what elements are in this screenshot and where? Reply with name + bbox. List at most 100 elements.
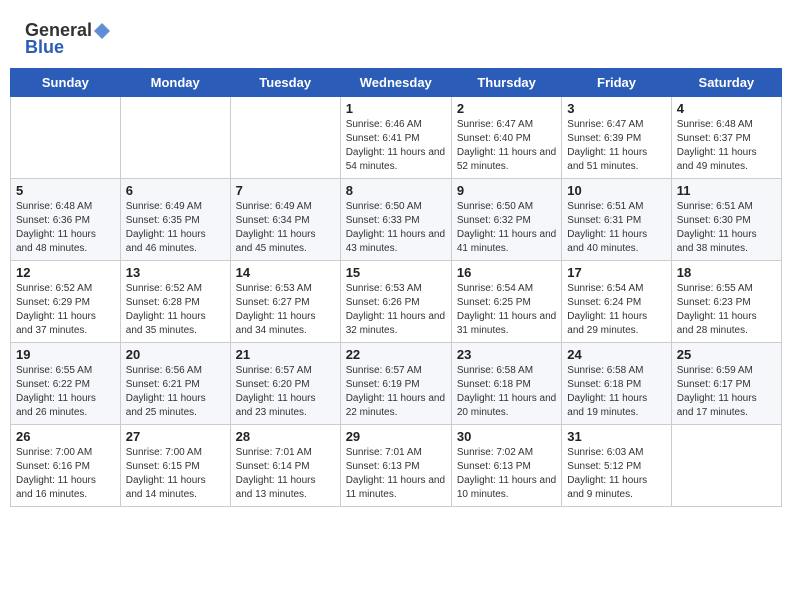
day-number: 11 [677, 183, 776, 198]
weekday-header-wednesday: Wednesday [340, 69, 451, 97]
day-info: Sunrise: 6:54 AM Sunset: 6:24 PM Dayligh… [567, 282, 665, 338]
day-number: 4 [677, 101, 776, 116]
calendar-cell: 17 Sunrise: 6:54 AM Sunset: 6:24 PM Dayli… [562, 261, 671, 343]
weekday-header-tuesday: Tuesday [230, 69, 340, 97]
calendar-cell: 18 Sunrise: 6:55 AM Sunset: 6:23 PM Dayli… [671, 261, 781, 343]
calendar-week-4: 19 Sunrise: 6:55 AM Sunset: 6:22 PM Dayli… [11, 343, 782, 425]
day-number: 22 [346, 347, 446, 362]
day-info: Sunrise: 6:47 AM Sunset: 6:40 PM Dayligh… [457, 118, 556, 174]
calendar-cell: 11 Sunrise: 6:51 AM Sunset: 6:30 PM Dayli… [671, 179, 781, 261]
calendar-week-1: 1 Sunrise: 6:46 AM Sunset: 6:41 PM Daylig… [11, 97, 782, 179]
calendar-cell: 14 Sunrise: 6:53 AM Sunset: 6:27 PM Dayli… [230, 261, 340, 343]
calendar-week-5: 26 Sunrise: 7:00 AM Sunset: 6:16 PM Dayli… [11, 425, 782, 507]
day-number: 12 [16, 265, 115, 280]
calendar-cell: 7Sunrise: 6:49 AM Sunset: 6:34 PM Daylig… [230, 179, 340, 261]
day-number: 28 [236, 429, 335, 444]
day-number: 20 [126, 347, 225, 362]
day-info: Sunrise: 6:57 AM Sunset: 6:19 PM Dayligh… [346, 364, 446, 420]
weekday-header-saturday: Saturday [671, 69, 781, 97]
day-number: 23 [457, 347, 556, 362]
calendar-cell: 19 Sunrise: 6:55 AM Sunset: 6:22 PM Dayli… [11, 343, 121, 425]
calendar-cell: 25Sunrise: 6:59 AM Sunset: 6:17 PM Dayli… [671, 343, 781, 425]
page-header: General Blue [10, 10, 782, 63]
calendar-cell: 20 Sunrise: 6:56 AM Sunset: 6:21 PM Dayli… [120, 343, 230, 425]
calendar-cell: 23 Sunrise: 6:58 AM Sunset: 6:18 PM Dayli… [451, 343, 561, 425]
calendar-cell [11, 97, 121, 179]
day-info: Sunrise: 6:53 AM Sunset: 6:26 PM Dayligh… [346, 282, 446, 338]
calendar-cell: 26 Sunrise: 7:00 AM Sunset: 6:16 PM Dayli… [11, 425, 121, 507]
calendar-cell [671, 425, 781, 507]
calendar-cell: 15 Sunrise: 6:53 AM Sunset: 6:26 PM Dayli… [340, 261, 451, 343]
day-number: 24 [567, 347, 665, 362]
day-info: Sunrise: 7:01 AM Sunset: 6:13 PM Dayligh… [346, 446, 446, 502]
weekday-header-row: SundayMondayTuesdayWednesdayThursdayFrid… [11, 69, 782, 97]
weekday-header-sunday: Sunday [11, 69, 121, 97]
logo-blue-text: Blue [25, 37, 64, 58]
day-number: 14 [236, 265, 335, 280]
day-number: 26 [16, 429, 115, 444]
calendar-cell: 22 Sunrise: 6:57 AM Sunset: 6:19 PM Dayli… [340, 343, 451, 425]
calendar-cell: 28 Sunrise: 7:01 AM Sunset: 6:14 PM Dayli… [230, 425, 340, 507]
weekday-header-friday: Friday [562, 69, 671, 97]
day-number: 21 [236, 347, 335, 362]
day-info: Sunrise: 6:50 AM Sunset: 6:32 PM Dayligh… [457, 200, 556, 256]
day-info: Sunrise: 6:51 AM Sunset: 6:31 PM Dayligh… [567, 200, 665, 256]
calendar-cell [230, 97, 340, 179]
calendar-cell: 21Sunrise: 6:57 AM Sunset: 6:20 PM Dayli… [230, 343, 340, 425]
day-info: Sunrise: 6:52 AM Sunset: 6:28 PM Dayligh… [126, 282, 225, 338]
day-info: Sunrise: 6:49 AM Sunset: 6:35 PM Dayligh… [126, 200, 225, 256]
calendar-cell: 13 Sunrise: 6:52 AM Sunset: 6:28 PM Dayli… [120, 261, 230, 343]
day-number: 19 [16, 347, 115, 362]
calendar-cell: 1 Sunrise: 6:46 AM Sunset: 6:41 PM Daylig… [340, 97, 451, 179]
day-number: 1 [346, 101, 446, 116]
day-info: Sunrise: 6:49 AM Sunset: 6:34 PM Dayligh… [236, 200, 335, 256]
day-info: Sunrise: 6:55 AM Sunset: 6:23 PM Dayligh… [677, 282, 776, 338]
calendar-cell: 16Sunrise: 6:54 AM Sunset: 6:25 PM Dayli… [451, 261, 561, 343]
day-info: Sunrise: 6:58 AM Sunset: 6:18 PM Dayligh… [457, 364, 556, 420]
day-number: 13 [126, 265, 225, 280]
day-info: Sunrise: 6:58 AM Sunset: 6:18 PM Dayligh… [567, 364, 665, 420]
day-number: 8 [346, 183, 446, 198]
day-info: Sunrise: 7:01 AM Sunset: 6:14 PM Dayligh… [236, 446, 335, 502]
day-number: 3 [567, 101, 665, 116]
calendar-cell: 3 Sunrise: 6:47 AM Sunset: 6:39 PM Daylig… [562, 97, 671, 179]
day-info: Sunrise: 7:00 AM Sunset: 6:15 PM Dayligh… [126, 446, 225, 502]
calendar-cell: 24 Sunrise: 6:58 AM Sunset: 6:18 PM Dayli… [562, 343, 671, 425]
day-info: Sunrise: 6:46 AM Sunset: 6:41 PM Dayligh… [346, 118, 446, 174]
day-number: 27 [126, 429, 225, 444]
day-info: Sunrise: 6:52 AM Sunset: 6:29 PM Dayligh… [16, 282, 115, 338]
day-info: Sunrise: 6:48 AM Sunset: 6:36 PM Dayligh… [16, 200, 115, 256]
day-info: Sunrise: 6:51 AM Sunset: 6:30 PM Dayligh… [677, 200, 776, 256]
day-info: Sunrise: 7:00 AM Sunset: 6:16 PM Dayligh… [16, 446, 115, 502]
day-info: Sunrise: 6:03 AM Sunset: 5:12 PM Dayligh… [567, 446, 665, 502]
calendar-table: SundayMondayTuesdayWednesdayThursdayFrid… [10, 68, 782, 507]
day-number: 18 [677, 265, 776, 280]
calendar-cell: 27 Sunrise: 7:00 AM Sunset: 6:15 PM Dayli… [120, 425, 230, 507]
calendar-body: 1 Sunrise: 6:46 AM Sunset: 6:41 PM Daylig… [11, 97, 782, 507]
day-info: Sunrise: 6:48 AM Sunset: 6:37 PM Dayligh… [677, 118, 776, 174]
calendar-cell: 6 Sunrise: 6:49 AM Sunset: 6:35 PM Daylig… [120, 179, 230, 261]
day-number: 31 [567, 429, 665, 444]
day-info: Sunrise: 6:47 AM Sunset: 6:39 PM Dayligh… [567, 118, 665, 174]
day-info: Sunrise: 6:55 AM Sunset: 6:22 PM Dayligh… [16, 364, 115, 420]
calendar-cell: 5Sunrise: 6:48 AM Sunset: 6:36 PM Daylig… [11, 179, 121, 261]
logo: General Blue [25, 20, 112, 58]
day-info: Sunrise: 6:56 AM Sunset: 6:21 PM Dayligh… [126, 364, 225, 420]
calendar-cell [120, 97, 230, 179]
day-number: 10 [567, 183, 665, 198]
day-number: 15 [346, 265, 446, 280]
day-info: Sunrise: 6:54 AM Sunset: 6:25 PM Dayligh… [457, 282, 556, 338]
calendar-cell: 8Sunrise: 6:50 AM Sunset: 6:33 PM Daylig… [340, 179, 451, 261]
logo-icon [93, 22, 111, 40]
day-number: 2 [457, 101, 556, 116]
day-number: 17 [567, 265, 665, 280]
weekday-header-monday: Monday [120, 69, 230, 97]
day-info: Sunrise: 6:59 AM Sunset: 6:17 PM Dayligh… [677, 364, 776, 420]
day-number: 6 [126, 183, 225, 198]
calendar-cell: 30Sunrise: 7:02 AM Sunset: 6:13 PM Dayli… [451, 425, 561, 507]
day-info: Sunrise: 7:02 AM Sunset: 6:13 PM Dayligh… [457, 446, 556, 502]
calendar-cell: 29 Sunrise: 7:01 AM Sunset: 6:13 PM Dayli… [340, 425, 451, 507]
day-number: 29 [346, 429, 446, 444]
day-info: Sunrise: 6:53 AM Sunset: 6:27 PM Dayligh… [236, 282, 335, 338]
calendar-cell: 10 Sunrise: 6:51 AM Sunset: 6:31 PM Dayli… [562, 179, 671, 261]
